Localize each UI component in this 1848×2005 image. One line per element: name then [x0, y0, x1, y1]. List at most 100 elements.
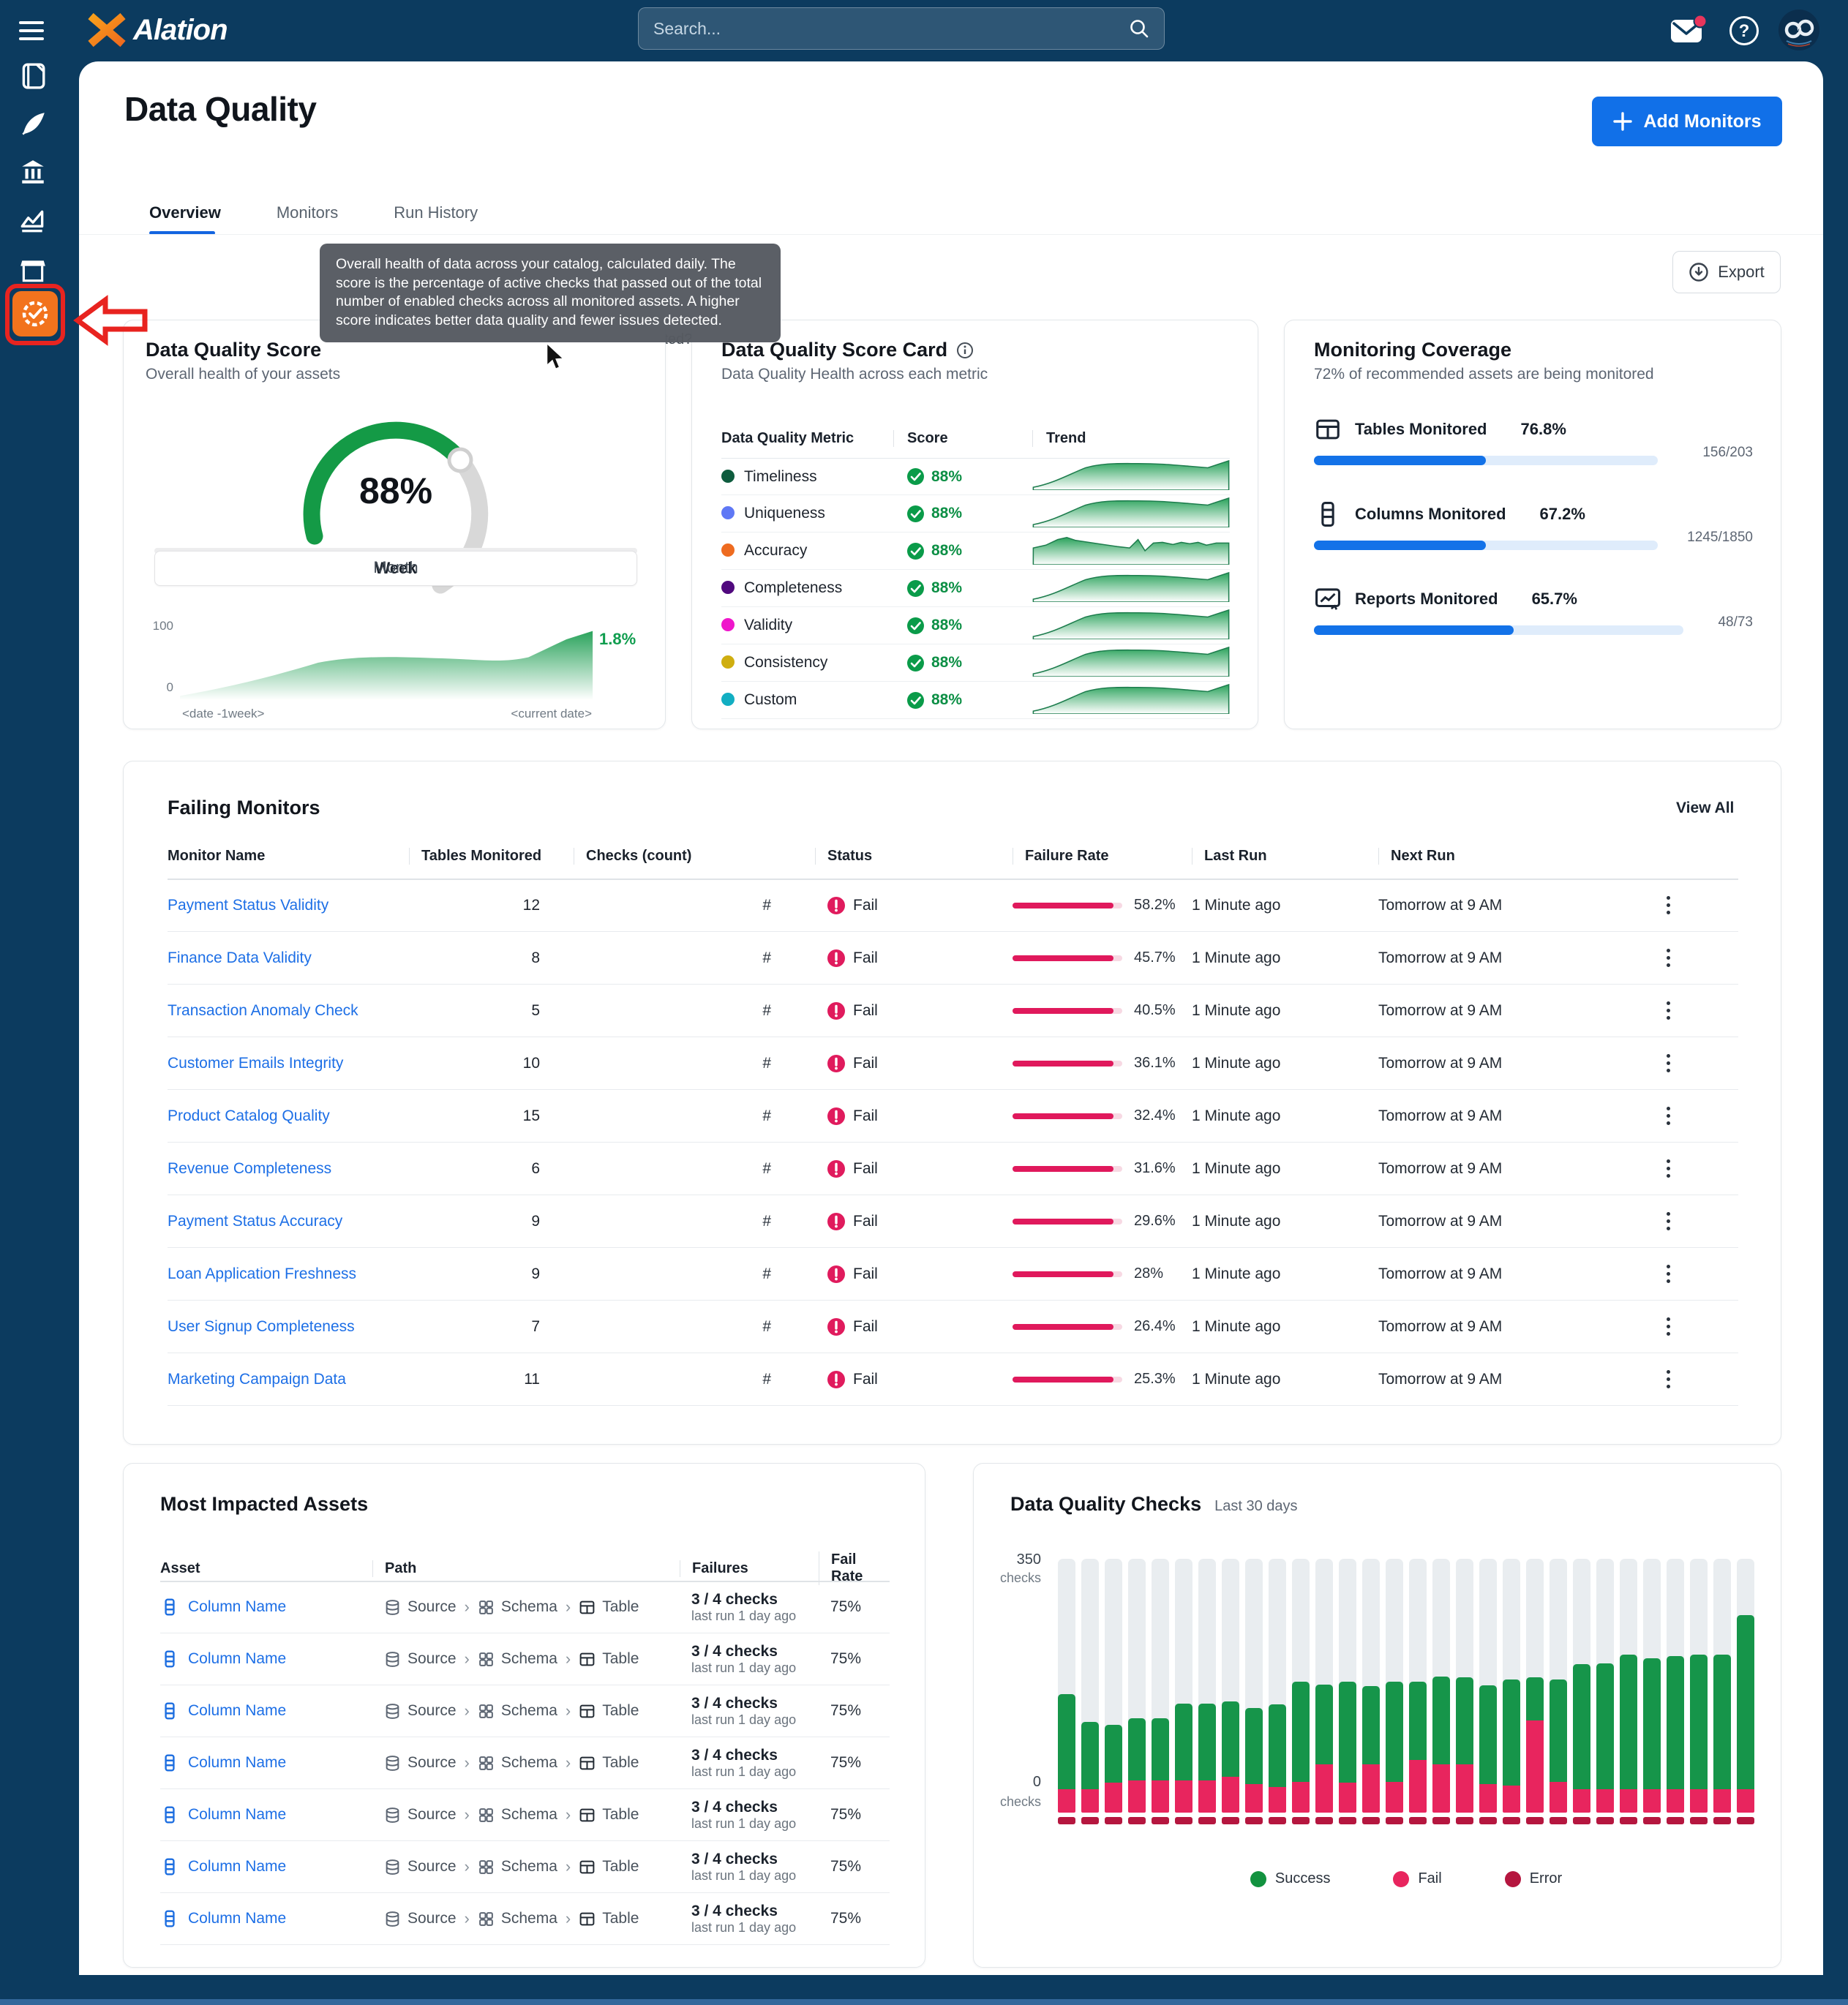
monitor-name-link[interactable]: Loan Application Freshness [168, 1265, 356, 1282]
check-bar[interactable] [1245, 1559, 1263, 1837]
export-button[interactable]: Export [1672, 251, 1781, 293]
user-avatar[interactable]: DEV OPS [1778, 9, 1820, 55]
monitor-name-link[interactable]: Product Catalog Quality [168, 1107, 330, 1124]
check-bar[interactable] [1081, 1559, 1099, 1837]
row-menu-button[interactable] [1661, 1312, 1676, 1342]
check-bar[interactable] [1222, 1559, 1239, 1837]
check-bar[interactable] [1667, 1559, 1684, 1837]
check-bar[interactable] [1362, 1559, 1380, 1837]
row-menu-button[interactable] [1661, 943, 1676, 973]
check-bar[interactable] [1596, 1559, 1614, 1837]
asset-name-link[interactable]: Column Name [188, 1910, 286, 1927]
monitor-name-link[interactable]: Transaction Anomaly Check [168, 1002, 358, 1019]
tab-run-history[interactable]: Run History [394, 203, 478, 222]
asset-path[interactable]: Source›Schema›Table [372, 1857, 680, 1876]
monitor-name-link[interactable]: Marketing Campaign Data [168, 1371, 346, 1388]
check-circle-icon [906, 654, 925, 672]
monitor-name-link[interactable]: User Signup Completeness [168, 1318, 355, 1335]
check-bar[interactable] [1737, 1559, 1754, 1837]
global-search[interactable] [638, 7, 1165, 50]
coverage-title: Monitoring Coverage [1314, 339, 1511, 361]
check-bar[interactable] [1269, 1559, 1286, 1837]
tab-monitors[interactable]: Monitors [277, 203, 338, 222]
notifications-button[interactable] [1669, 15, 1708, 50]
row-menu-button[interactable] [1661, 996, 1676, 1026]
asset-name-link[interactable]: Column Name [188, 1858, 286, 1876]
metric-row: Consistency88% [721, 644, 1230, 682]
metric-row: Completeness88% [721, 570, 1230, 607]
row-menu-button[interactable] [1661, 1364, 1676, 1394]
row-menu-button[interactable] [1661, 890, 1676, 920]
search-input[interactable] [653, 19, 1129, 39]
monitor-name-link[interactable]: Revenue Completeness [168, 1160, 331, 1177]
row-menu-button[interactable] [1661, 1101, 1676, 1131]
check-bar[interactable] [1198, 1559, 1216, 1837]
sidebar-item-catalog[interactable] [0, 61, 66, 91]
row-menu-button[interactable] [1661, 1206, 1676, 1236]
failure-rate-value: 45.7% [1134, 949, 1176, 966]
row-menu-button[interactable] [1661, 1259, 1676, 1289]
asset-name-link[interactable]: Column Name [188, 1702, 286, 1720]
asset-path[interactable]: Source›Schema›Table [372, 1649, 680, 1669]
fail-rate-value: 75% [819, 1806, 890, 1824]
check-bar[interactable] [1456, 1559, 1473, 1837]
monitor-name-link[interactable]: Finance Data Validity [168, 949, 312, 966]
avatar-devops-image: DEV OPS [1778, 9, 1820, 51]
check-bar[interactable] [1128, 1559, 1146, 1837]
row-menu-button[interactable] [1661, 1048, 1676, 1078]
check-bar[interactable] [1713, 1559, 1731, 1837]
checks-count-value: # [574, 949, 815, 967]
check-bar[interactable] [1690, 1559, 1708, 1837]
check-bar[interactable] [1526, 1559, 1544, 1837]
check-bar[interactable] [1620, 1559, 1637, 1837]
monitor-name-link[interactable]: Payment Status Validity [168, 897, 328, 914]
toggle-month[interactable]: Month [154, 551, 637, 584]
monitor-name-link[interactable]: Customer Emails Integrity [168, 1055, 343, 1072]
view-all-link[interactable]: View All [1676, 800, 1734, 817]
monitor-name-link[interactable]: Payment Status Accuracy [168, 1213, 342, 1230]
asset-path[interactable]: Source›Schema›Table [372, 1753, 680, 1772]
check-bar[interactable] [1573, 1559, 1590, 1837]
column-icon [160, 1649, 179, 1669]
sidebar-item-marketplace[interactable] [0, 256, 66, 285]
asset-name-link[interactable]: Column Name [188, 1650, 286, 1668]
check-bar[interactable] [1105, 1559, 1122, 1837]
hamburger-menu-icon[interactable] [19, 16, 44, 45]
check-bar[interactable] [1339, 1559, 1356, 1837]
asset-name-link[interactable]: Column Name [188, 1598, 286, 1616]
check-bar[interactable] [1058, 1559, 1075, 1837]
sidebar-item-governance[interactable] [0, 158, 66, 187]
check-bar[interactable] [1503, 1559, 1520, 1837]
check-bar[interactable] [1432, 1559, 1450, 1837]
check-bar[interactable] [1292, 1559, 1310, 1837]
check-bar[interactable] [1550, 1559, 1567, 1837]
check-bar[interactable] [1643, 1559, 1661, 1837]
alation-logo[interactable]: Alation [86, 10, 228, 50]
row-menu-button[interactable] [1661, 1154, 1676, 1184]
add-monitors-button[interactable]: Add Monitors [1592, 97, 1782, 146]
svg-text:?: ? [1739, 21, 1750, 41]
asset-path[interactable]: Source›Schema›Table [372, 1701, 680, 1720]
asset-name-link[interactable]: Column Name [188, 1806, 286, 1824]
asset-path[interactable]: Source›Schema›Table [372, 1805, 680, 1824]
sidebar-item-analytics[interactable] [0, 206, 66, 236]
info-icon[interactable] [956, 342, 974, 359]
metric-card-subtitle: Data Quality Health across each metric [721, 366, 988, 383]
check-bar[interactable] [1386, 1559, 1403, 1837]
asset-path[interactable]: Source›Schema›Table [372, 1598, 680, 1617]
asset-name-link[interactable]: Column Name [188, 1754, 286, 1772]
help-button[interactable]: ? [1728, 15, 1760, 50]
tab-divider [79, 234, 1823, 235]
asset-path[interactable]: Source›Schema›Table [372, 1909, 680, 1928]
fail-rate-value: 75% [819, 1858, 890, 1876]
check-bar[interactable] [1152, 1559, 1169, 1837]
sidebar-item-compose[interactable] [0, 110, 66, 139]
tab-overview[interactable]: Overview [149, 203, 221, 222]
check-bar[interactable] [1479, 1559, 1497, 1837]
check-bar[interactable] [1175, 1559, 1192, 1837]
search-icon[interactable] [1129, 18, 1149, 39]
check-bar[interactable] [1315, 1559, 1333, 1837]
y-axis-max: 350 [996, 1551, 1041, 1568]
check-bar[interactable] [1409, 1559, 1427, 1837]
failure-rate-value: 58.2% [1134, 897, 1176, 914]
